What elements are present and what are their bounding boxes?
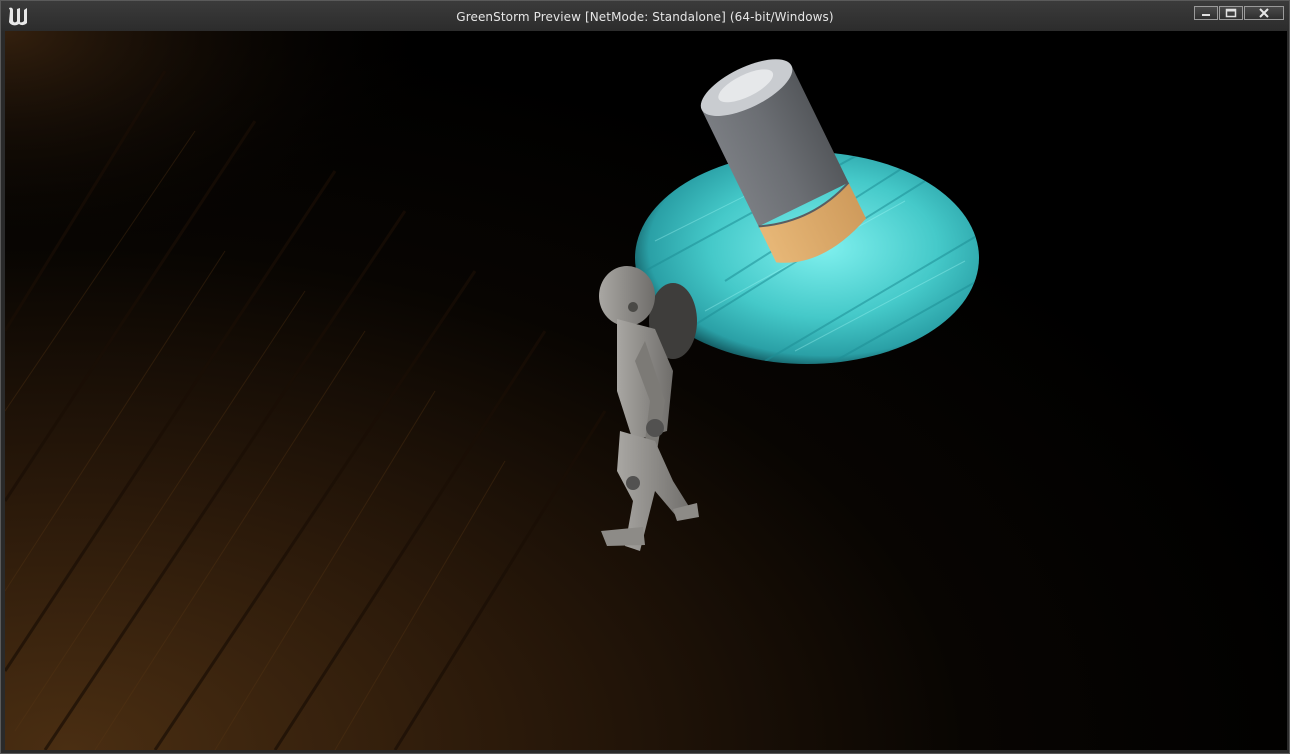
minimize-icon: [1202, 14, 1210, 16]
maximize-button[interactable]: [1219, 6, 1243, 20]
window-title: GreenStorm Preview [NetMode: Standalone]…: [456, 10, 834, 24]
maximize-icon: [1225, 8, 1237, 18]
game-window: GreenStorm Preview [NetMode: Standalone]…: [0, 0, 1290, 754]
game-viewport[interactable]: [5, 31, 1287, 750]
game-scene: [5, 31, 1287, 750]
close-icon: [1259, 8, 1269, 18]
minimize-button[interactable]: [1194, 6, 1218, 20]
title-bar[interactable]: GreenStorm Preview [NetMode: Standalone]…: [1, 1, 1289, 31]
close-button[interactable]: [1244, 6, 1284, 20]
